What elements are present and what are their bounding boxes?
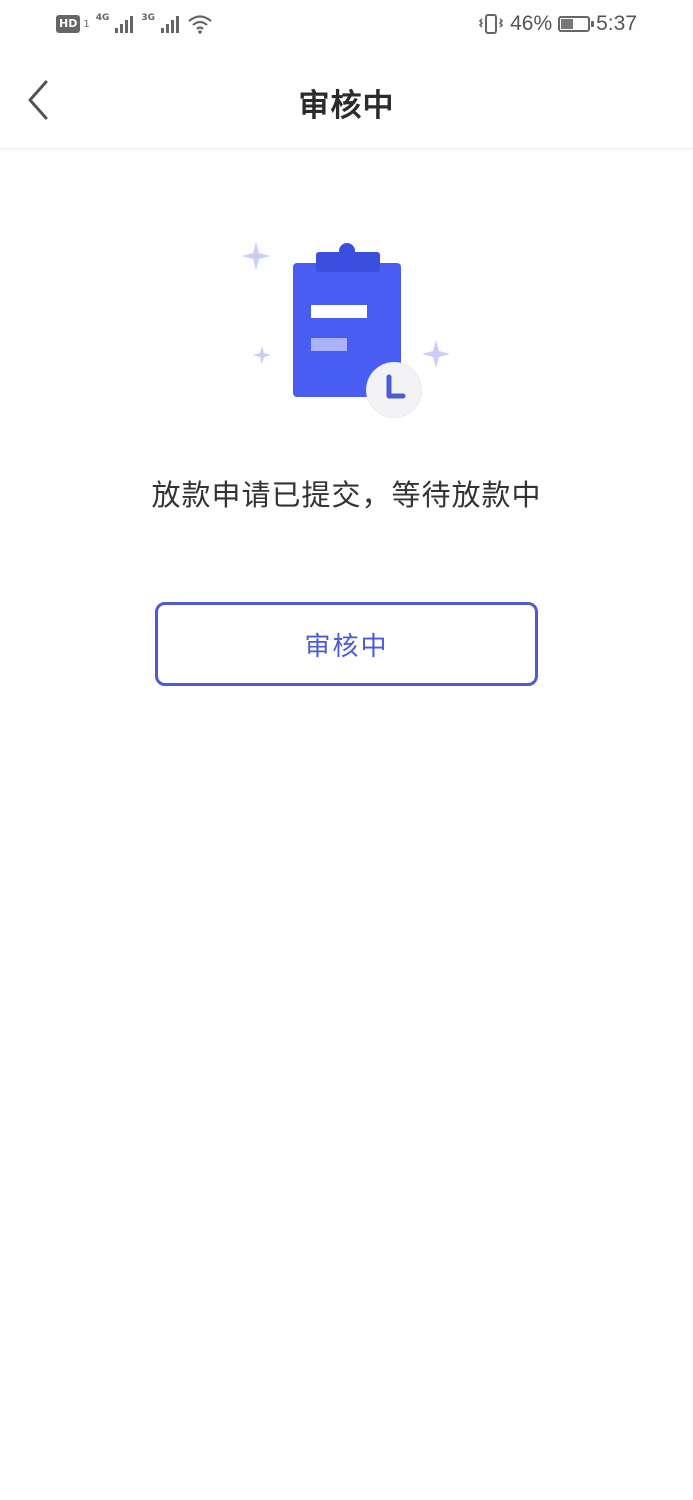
network-label-2: 3G xyxy=(141,13,156,23)
wifi-icon xyxy=(188,15,212,34)
status-bar: HD 1 4G 3G 46% 5:37 xyxy=(0,0,693,52)
submission-message: 放款申请已提交，等待放款中 xyxy=(151,478,542,512)
signal-icon xyxy=(115,16,134,33)
page-title: 审核中 xyxy=(298,88,395,124)
vibrate-icon xyxy=(478,14,504,34)
status-time: 5:37 xyxy=(596,12,637,35)
status-left: HD 1 4G 3G xyxy=(56,13,213,34)
screen: HD 1 4G 3G 46% 5:37 审核中 放款申请已提交，等待放款中 审核… xyxy=(0,0,693,1500)
battery-percent: 46% xyxy=(510,12,553,35)
review-status-label: 审核中 xyxy=(304,631,389,662)
network-label-1: 4G xyxy=(95,13,110,23)
review-status-button[interactable]: 审核中 xyxy=(155,602,538,686)
hd-icon: HD xyxy=(56,15,81,33)
battery-icon xyxy=(558,16,595,32)
hd-sim-label: 1 xyxy=(83,18,90,30)
signal-icon xyxy=(161,16,180,33)
nav-bar: 审核中 xyxy=(0,52,693,149)
clipboard-clock-icon xyxy=(242,242,450,418)
clipboard-clock-illustration xyxy=(236,236,456,426)
battery-level-fill xyxy=(561,19,574,29)
status-right: 46% 5:37 xyxy=(478,12,637,36)
